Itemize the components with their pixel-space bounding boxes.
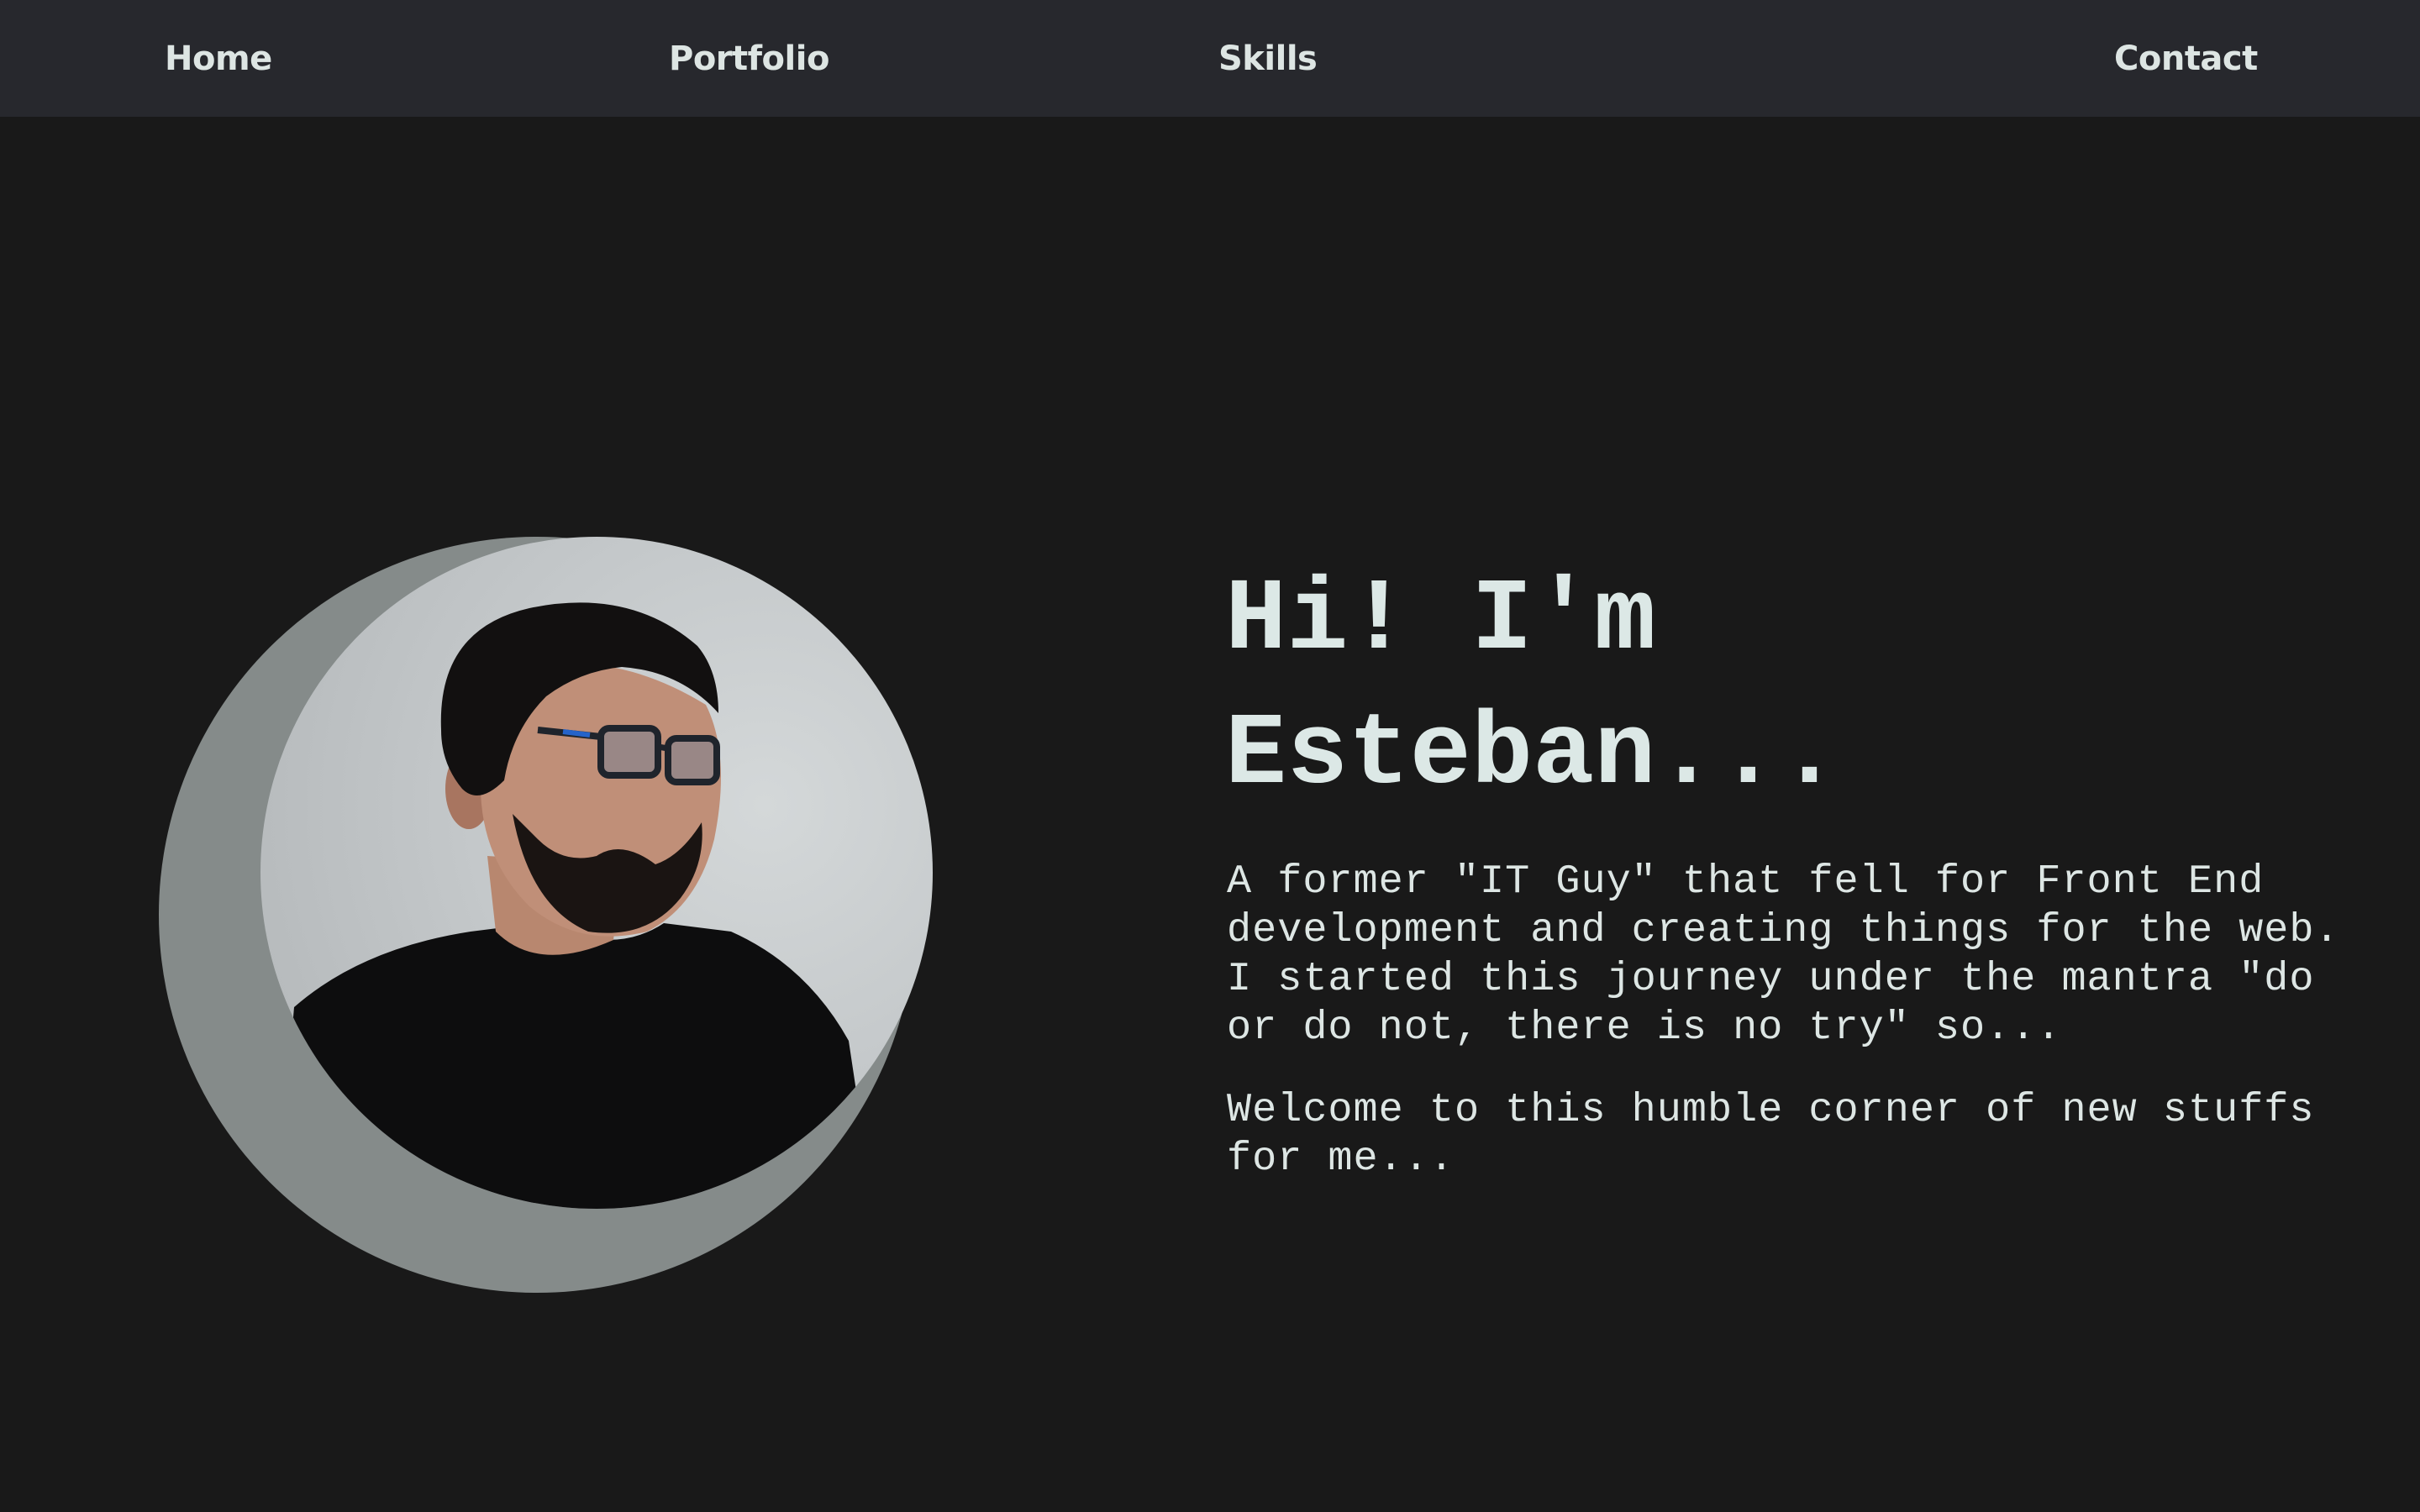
top-navbar: Home Portfolio Skills Contact xyxy=(0,0,2420,117)
profile-photo xyxy=(260,537,933,1209)
nav-link-home[interactable]: Home xyxy=(165,34,272,84)
hero-headline: Hi! I'm Esteban... xyxy=(1225,562,1841,813)
nav-link-contact[interactable]: Contact xyxy=(2114,34,2258,84)
welcome-paragraph: Welcome to this humble corner of new stu… xyxy=(1227,1087,2315,1182)
nav-link-portfolio[interactable]: Portfolio xyxy=(669,34,829,84)
nav-link-skills[interactable]: Skills xyxy=(1218,34,1318,84)
bio-paragraph: A former "IT Guy" that fell for Front En… xyxy=(1227,858,2340,1051)
portrait-illustration xyxy=(277,602,874,1209)
hero-section: Hi! I'm Esteban... A former "IT Guy" tha… xyxy=(0,117,2420,1512)
